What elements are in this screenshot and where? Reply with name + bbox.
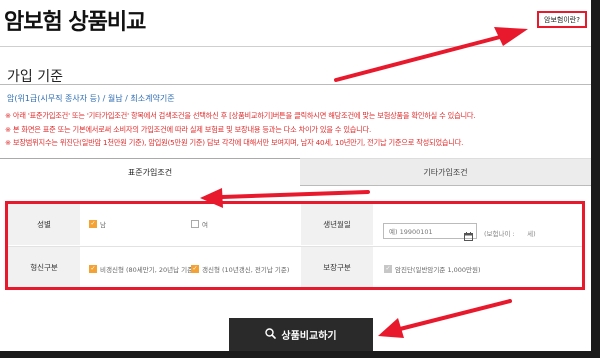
arrow-to-help-link (334, 27, 528, 82)
page: 암보험 상품비교 암보험이란? 가입 기준 암(위1급(시무직 종사자 등) /… (0, 0, 591, 351)
arrow-to-button (378, 299, 512, 338)
arrow-to-form (200, 188, 370, 208)
annotation-arrows (200, 27, 528, 338)
